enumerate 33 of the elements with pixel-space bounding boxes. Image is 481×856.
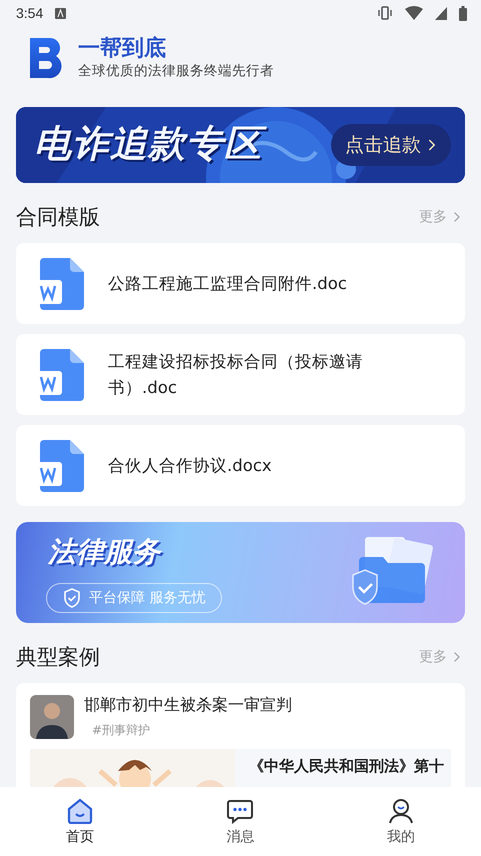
wifi-icon <box>405 6 423 20</box>
chat-icon <box>226 798 254 824</box>
document-name: 工程建设招标投标合同（投标邀请书）.doc <box>108 350 364 399</box>
vibrate-icon <box>377 6 393 20</box>
document-card[interactable]: 公路工程施工监理合同附件.doc <box>16 243 465 324</box>
document-card[interactable]: 工程建设招标投标合同（投标邀请书）.doc <box>16 334 465 416</box>
guarantee-text: 平台保障 服务无忧 <box>89 588 206 607</box>
shield-check-icon <box>63 588 81 608</box>
tab[interactable]: 消息 <box>200 796 280 846</box>
case-excerpt: 《中华人民共和国刑法》第十 <box>248 756 444 778</box>
lawyer-avatar <box>30 695 74 740</box>
section-title: 典型案例 <box>16 644 100 672</box>
battery-icon <box>459 6 467 20</box>
app-slogan: 全球优质的法律服务终端先行者 <box>78 62 274 80</box>
fraud-recovery-banner[interactable]: 电诈追款专区 点击追款 <box>16 107 465 184</box>
banner-title: 电诈追款专区 <box>32 120 272 170</box>
signal-icon <box>435 6 447 20</box>
banner-title: 法律服务 <box>46 534 163 570</box>
user-icon <box>386 798 415 824</box>
document-card[interactable]: 合伙人合作协议.docx <box>16 425 465 506</box>
case-title: 邯郸市初中生被杀案一审宣判 <box>84 695 292 716</box>
section-title: 合同模版 <box>16 204 100 232</box>
case-tag: #刑事辩护 <box>84 722 292 740</box>
tab[interactable]: 首页 <box>40 796 120 846</box>
app-title: 一帮到底 <box>78 36 167 62</box>
document-name: 公路工程施工监理合同附件.doc <box>108 272 347 295</box>
notification-icon <box>55 8 66 18</box>
document-name: 合伙人合作协议.docx <box>108 454 272 477</box>
status-time: 3:54 <box>16 5 44 21</box>
home-icon <box>66 798 94 824</box>
recover-funds-button[interactable]: 点击追款 <box>331 124 451 166</box>
case-card[interactable]: 邯郸市初中生被杀案一审宣判 #刑事辩护 《中华人民共和国刑法》第十 <box>16 683 465 787</box>
tab[interactable]: 我的 <box>360 796 441 846</box>
